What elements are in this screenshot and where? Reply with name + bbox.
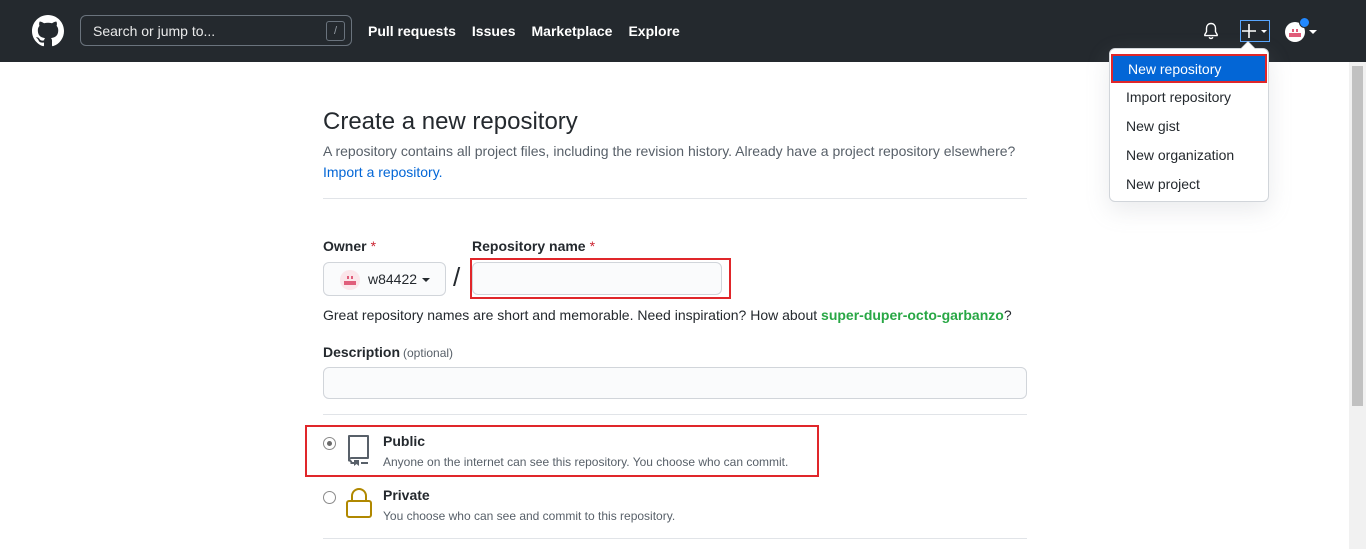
suggested-name-link[interactable]: super-duper-octo-garbanzo bbox=[821, 307, 1004, 323]
notifications-bell-icon[interactable] bbox=[1203, 22, 1219, 40]
required-mark: * bbox=[370, 238, 377, 254]
nav-issues[interactable]: Issues bbox=[472, 23, 516, 39]
owner-label-text: Owner bbox=[323, 238, 367, 254]
create-new-dropdown: New repository Import repository New gis… bbox=[1109, 41, 1269, 202]
menu-item-new-gist[interactable]: New gist bbox=[1110, 112, 1268, 141]
private-radio[interactable] bbox=[323, 491, 336, 504]
optional-tag: (optional) bbox=[403, 346, 454, 360]
subtitle-text: A repository contains all project files,… bbox=[323, 143, 1016, 159]
page-scrollbar[interactable] bbox=[1349, 62, 1366, 549]
menu-item-import-repository[interactable]: Import repository bbox=[1110, 83, 1268, 112]
owner-label: Owner * bbox=[323, 238, 376, 254]
plus-icon bbox=[1242, 24, 1267, 38]
description-label-text: Description bbox=[323, 344, 401, 360]
owner-repo-separator: / bbox=[453, 262, 461, 292]
divider bbox=[323, 538, 1027, 539]
description-label: Description (optional) bbox=[323, 344, 453, 360]
owner-name: w84422 bbox=[368, 271, 418, 287]
name-suggestion-hint: Great repository names are short and mem… bbox=[323, 307, 1012, 323]
menu-item-new-repository[interactable]: New repository bbox=[1111, 54, 1267, 83]
repo-name-label: Repository name * bbox=[472, 238, 595, 254]
search-shortcut-key: / bbox=[326, 21, 345, 41]
page-subtitle: A repository contains all project files,… bbox=[323, 141, 1043, 183]
owner-avatar bbox=[340, 270, 360, 290]
import-repository-link[interactable]: Import a repository. bbox=[323, 164, 443, 180]
search-placeholder: Search or jump to... bbox=[93, 23, 216, 39]
notification-dot-icon bbox=[1299, 17, 1310, 28]
menu-item-new-organization[interactable]: New organization bbox=[1110, 141, 1268, 170]
github-logo-icon[interactable] bbox=[32, 15, 64, 47]
main-nav: Pull requests Issues Marketplace Explore bbox=[368, 23, 696, 39]
nav-pull-requests[interactable]: Pull requests bbox=[368, 23, 456, 39]
owner-select[interactable]: w84422 bbox=[323, 262, 446, 296]
description-input[interactable] bbox=[323, 367, 1027, 399]
highlight-box-repo-name bbox=[470, 258, 731, 299]
dropdown-caret-inner bbox=[1241, 42, 1255, 49]
private-description: You choose who can see and commit to thi… bbox=[383, 509, 676, 523]
nav-explore[interactable]: Explore bbox=[628, 23, 679, 39]
highlight-box-public bbox=[305, 425, 819, 477]
divider bbox=[323, 198, 1027, 199]
create-new-button[interactable] bbox=[1240, 20, 1270, 42]
hint-text: Great repository names are short and mem… bbox=[323, 307, 822, 323]
lock-icon bbox=[346, 488, 372, 518]
scrollbar-thumb[interactable] bbox=[1352, 66, 1363, 406]
nav-marketplace[interactable]: Marketplace bbox=[532, 23, 613, 39]
required-mark: * bbox=[589, 238, 596, 254]
repo-name-label-text: Repository name bbox=[472, 238, 586, 254]
search-input[interactable]: Search or jump to... / bbox=[80, 15, 352, 46]
menu-item-new-project[interactable]: New project bbox=[1110, 170, 1268, 199]
private-title: Private bbox=[383, 487, 430, 503]
user-menu-button[interactable] bbox=[1285, 17, 1317, 42]
divider bbox=[323, 414, 1027, 415]
chevron-down-icon bbox=[422, 278, 430, 282]
hint-suffix: ? bbox=[1003, 307, 1012, 323]
page-title: Create a new repository bbox=[323, 108, 578, 135]
